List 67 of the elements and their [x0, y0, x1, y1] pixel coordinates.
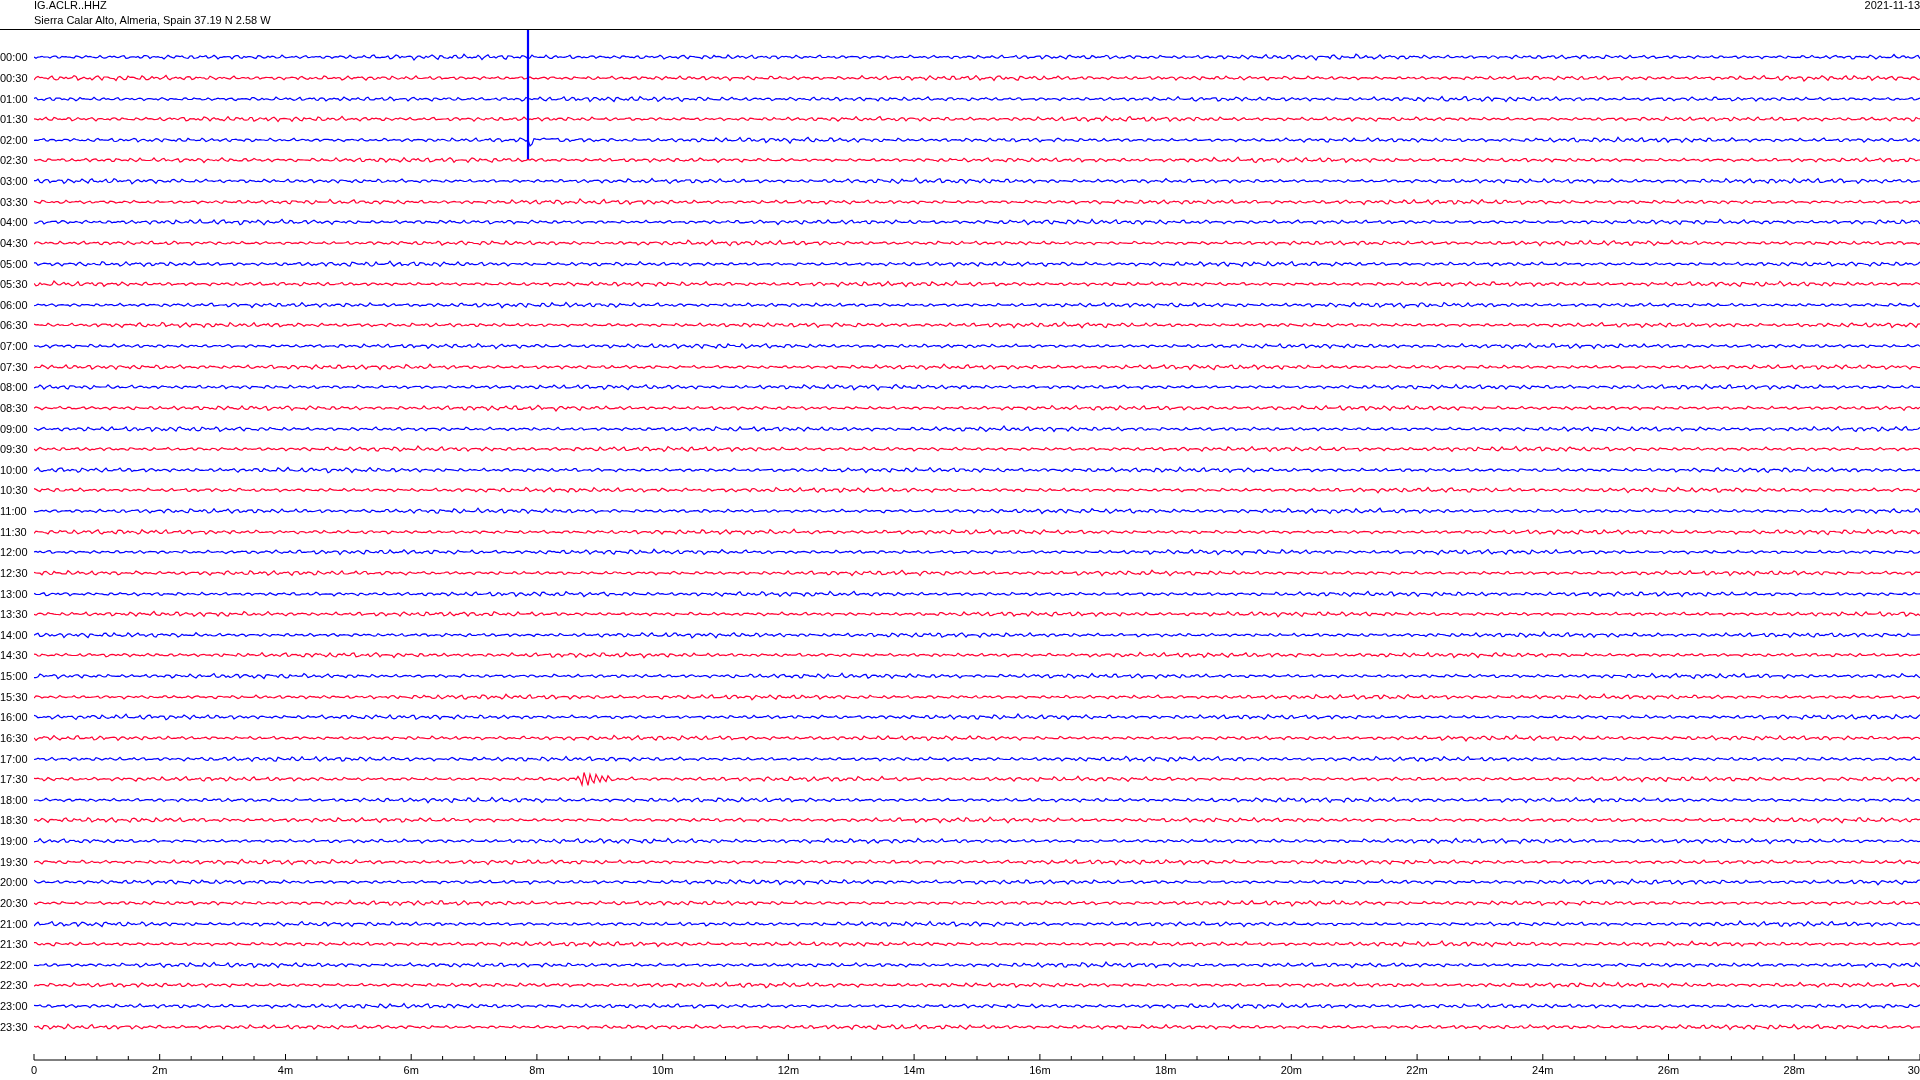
axis-tick-label: 20m — [1280, 1064, 1303, 1076]
time-label: 18:00 — [0, 793, 29, 806]
time-label: 19:30 — [0, 855, 29, 868]
time-label: 08:30 — [0, 401, 29, 414]
time-label: 04:00 — [0, 216, 29, 229]
time-label: 07:00 — [0, 340, 29, 353]
axis-tick-label: 16m — [1029, 1064, 1051, 1076]
time-label: 10:30 — [0, 484, 29, 497]
time-label: 13:00 — [0, 587, 29, 600]
time-label: 18:30 — [0, 814, 29, 827]
axis-tick-label: 10m — [651, 1064, 674, 1076]
time-label: 20:30 — [0, 896, 29, 909]
time-label: 03:00 — [0, 175, 29, 188]
time-label: 11:00 — [0, 505, 28, 518]
time-label: 13:30 — [0, 608, 29, 621]
axis-tick-label: 12m — [777, 1064, 800, 1076]
time-label: 16:00 — [0, 711, 29, 724]
time-label: 01:00 — [0, 92, 29, 105]
axis-tick-label: 28m — [1783, 1064, 1805, 1076]
time-label: 23:30 — [0, 1020, 29, 1033]
time-label: 10:00 — [0, 463, 29, 476]
time-label: 12:00 — [0, 546, 29, 559]
station-location: Sierra Calar Alto, Almeria, Spain 37.19 N 2.58 W — [34, 14, 271, 26]
axis-tick-label: 2m — [152, 1064, 168, 1076]
time-label: 00:00 — [0, 51, 29, 64]
time-label: 21:30 — [0, 938, 29, 951]
axis-tick-label: 0 — [30, 1064, 38, 1076]
time-label: 07:30 — [0, 360, 29, 373]
time-label: 04:30 — [0, 236, 29, 249]
time-label: 14:30 — [0, 649, 29, 662]
time-label: 05:30 — [0, 278, 29, 291]
time-label: 15:00 — [0, 670, 29, 683]
axis-tick-label: 24m — [1532, 1064, 1554, 1076]
time-label: 09:00 — [0, 422, 29, 435]
time-label: 05:00 — [0, 257, 29, 270]
time-label: 20:00 — [0, 876, 29, 889]
time-label: 02:30 — [0, 154, 29, 167]
time-label: 08:00 — [0, 381, 29, 394]
axis-tick-label: 26m — [1657, 1064, 1680, 1076]
axis-tick-label: 6m — [403, 1064, 419, 1076]
axis-tick-label: 22m — [1406, 1064, 1428, 1076]
time-label: 11:30 — [0, 525, 28, 538]
time-label: 06:30 — [0, 319, 29, 332]
axis-tick-label: 4m — [277, 1064, 294, 1076]
time-label: 21:00 — [0, 917, 29, 930]
time-label: 16:30 — [0, 731, 29, 744]
time-label: 17:00 — [0, 752, 29, 765]
time-label: 22:00 — [0, 958, 29, 971]
axis-tick-label: 8m — [529, 1064, 545, 1076]
time-label: 14:00 — [0, 628, 29, 641]
time-label: 01:30 — [0, 113, 29, 126]
time-label: 00:30 — [0, 71, 29, 84]
time-label: 23:00 — [0, 1000, 29, 1013]
time-label: 02:00 — [0, 133, 29, 146]
time-label: 22:30 — [0, 979, 29, 992]
date-label: 2021-11-13 — [1864, 0, 1920, 11]
axis-tick-label: 18m — [1154, 1064, 1177, 1076]
station-code: IG.ACLR..HHZ — [34, 0, 107, 11]
time-label: 06:00 — [0, 298, 29, 311]
time-label: 15:30 — [0, 690, 29, 703]
axis-tick-label: 30 — [1907, 1064, 1920, 1076]
time-label: 19:00 — [0, 835, 29, 848]
time-label: 03:30 — [0, 195, 29, 208]
time-label: 09:30 — [0, 443, 29, 456]
time-label: 12:30 — [0, 566, 29, 579]
time-label: 17:30 — [0, 773, 29, 786]
axis-tick-label: 14m — [903, 1064, 925, 1076]
